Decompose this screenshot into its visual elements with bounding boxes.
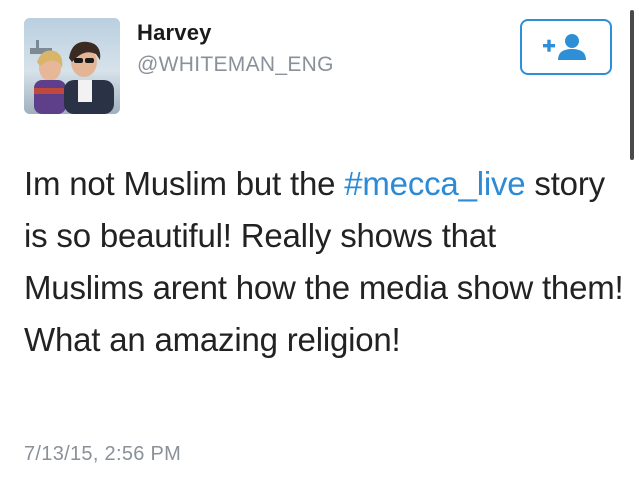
- display-name[interactable]: Harvey: [137, 20, 212, 46]
- scrollbar[interactable]: [630, 10, 634, 160]
- hashtag-link[interactable]: #mecca_live: [344, 165, 525, 202]
- user-handle[interactable]: @WHITEMAN_ENG: [137, 53, 334, 77]
- avatar-photo: [24, 18, 120, 114]
- tweet-card: Harvey @WHITEMAN_ENG Im not Muslim but t…: [0, 0, 639, 489]
- tweet-text-before-hashtag: Im not Muslim but the: [24, 165, 345, 202]
- follow-button[interactable]: [520, 19, 612, 75]
- avatar[interactable]: [24, 18, 120, 114]
- timestamp[interactable]: 7/13/15, 2:56 PM: [24, 443, 181, 466]
- tweet-text: Im not Muslim but the #mecca_live story …: [24, 158, 624, 366]
- add-user-icon: [543, 34, 586, 60]
